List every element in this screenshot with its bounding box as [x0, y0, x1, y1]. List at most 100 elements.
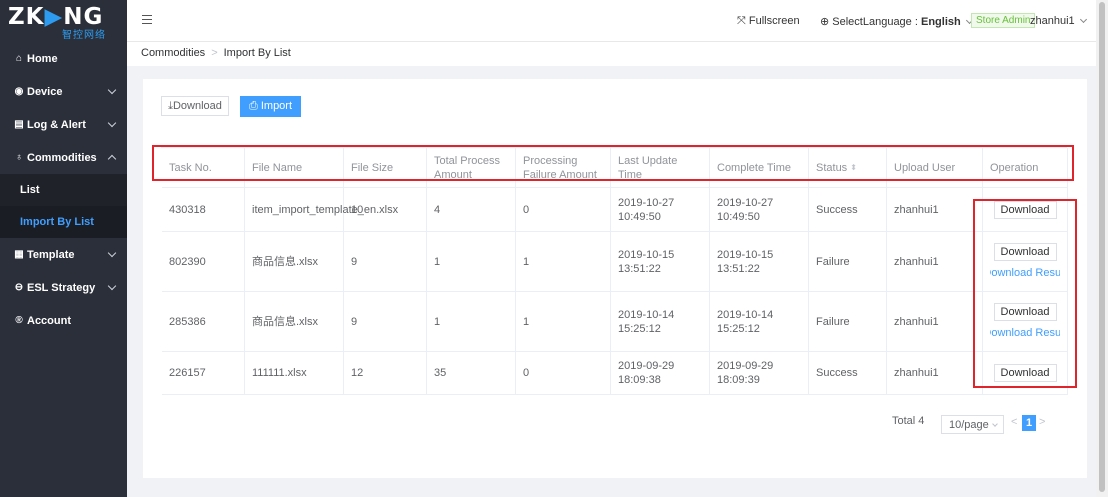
chevron-down-icon: [1079, 15, 1087, 24]
column-header-file-name: File Name: [245, 148, 344, 187]
chevron-down-icon: [107, 85, 117, 95]
cell-user: zhanhui1: [887, 232, 983, 291]
sidebar-item-account[interactable]: ® Account: [0, 304, 127, 337]
download-template-button[interactable]: ⤓Download: [161, 96, 229, 116]
sidebar-item-template[interactable]: ▦ Template: [0, 238, 127, 271]
page-size-value: 10/page: [949, 419, 989, 431]
cell-total: 35: [427, 352, 516, 394]
chevron-down-icon: [107, 281, 117, 291]
sidebar-item-esl-strategy[interactable]: ⊖ ESL Strategy: [0, 271, 127, 304]
fullscreen-label: Fullscreen: [748, 15, 800, 27]
download-file-button[interactable]: Download: [993, 243, 1057, 261]
status-header-label: Status: [816, 161, 848, 174]
menu-toggle-icon[interactable]: [142, 15, 152, 24]
download-file-button[interactable]: Download: [993, 200, 1057, 219]
cell-complete: 2019-09-29 18:09:39: [710, 352, 809, 394]
sidebar-item-label: ESL Strategy: [27, 281, 96, 294]
table-row: 285386 商品信息.xlsx 9 1 1 2019-10-14 15:25:…: [162, 292, 1068, 352]
column-header-upload-user: Upload User: [887, 148, 983, 187]
cell-status: Failure: [809, 292, 887, 351]
cell-complete: 2019-10-27 10:49:50: [710, 188, 809, 231]
brand-logo: ZK▶NG 智控网络: [8, 4, 106, 42]
cell-file-name: item_import_template_en.xlsx: [245, 188, 398, 231]
cell-total: 1: [427, 292, 516, 351]
table-row: 802390 商品信息.xlsx 9 1 1 2019-10-15 13:51:…: [162, 232, 1068, 292]
table-header-row: Task No. File Name File Size Total Proce…: [162, 148, 1068, 188]
breadcrumb-root[interactable]: Commodities: [141, 47, 205, 59]
cell-file-size: 9: [344, 232, 427, 291]
cell-failure: 1: [516, 232, 611, 291]
language-label: SelectLanguage :: [832, 16, 918, 28]
breadcrumb-current: Import By List: [223, 47, 291, 59]
cell-status: Success: [809, 352, 887, 394]
chevron-up-icon: [107, 154, 117, 164]
breadcrumb-separator-icon: >: [211, 47, 218, 59]
sort-icon[interactable]: ⬍: [850, 161, 857, 175]
import-label: Import: [260, 100, 293, 112]
sidebar-subitem-import-by-list[interactable]: Import By List: [0, 206, 127, 238]
sidebar-item-label: Log & Alert: [27, 118, 86, 131]
table-row: 226157 111111.xlsx 12 35 0 2019-09-29 18…: [162, 352, 1068, 395]
sidebar-item-commodities[interactable]: ♁ Commodities: [0, 141, 127, 174]
cell-last-update: 2019-10-14 15:25:12: [611, 292, 710, 351]
bag-icon: ♁: [15, 151, 23, 163]
download-file-button[interactable]: Download: [993, 364, 1057, 382]
sidebar-item-label: Account: [27, 314, 71, 327]
cell-file-name: 商品信息.xlsx: [245, 232, 344, 291]
import-task-table: Task No. File Name File Size Total Proce…: [161, 147, 1068, 395]
cell-failure: 0: [516, 188, 611, 231]
template-icon: ▦: [14, 248, 24, 260]
globe-icon: ⊕: [820, 16, 830, 28]
table-row: 430318 item_import_template_en.xlsx 10 4…: [162, 188, 1068, 232]
cell-last-update: 2019-10-27 10:49:50: [611, 188, 710, 231]
column-header-operation: Operation: [983, 148, 1068, 187]
cell-complete: 2019-10-15 13:51:22: [710, 232, 809, 291]
cell-status: Success: [809, 188, 887, 231]
page-number-current[interactable]: 1: [1022, 415, 1036, 431]
device-icon: ◉: [14, 85, 24, 97]
account-icon: ®: [15, 314, 23, 326]
sidebar-item-log-alert[interactable]: ▤ Log & Alert: [0, 108, 127, 141]
download-file-button[interactable]: Download: [993, 303, 1057, 321]
cell-task-no: 802390: [162, 232, 245, 291]
chevron-down-icon: [991, 421, 998, 427]
sidebar-item-label: Home: [27, 52, 58, 65]
user-menu[interactable]: zhanhui1: [1030, 15, 1087, 27]
cell-file-size: 12: [344, 352, 427, 394]
next-page-button[interactable]: >: [1039, 416, 1045, 428]
column-header-complete-time: Complete Time: [710, 148, 809, 187]
cell-complete: 2019-10-14 15:25:12: [710, 292, 809, 351]
sidebar-item-home[interactable]: ⌂ Home: [0, 42, 127, 75]
import-button[interactable]: ⎙ Import: [240, 96, 301, 117]
chevron-down-icon: [107, 248, 117, 258]
cell-status: Failure: [809, 232, 887, 291]
sidebar-subitem-list[interactable]: List: [0, 174, 127, 206]
column-header-last-update-time: Last Update Time: [611, 148, 710, 187]
column-header-status[interactable]: Status ⬍: [809, 148, 887, 187]
cell-operation: Download: [983, 352, 1068, 394]
language-selector[interactable]: ⊕ SelectLanguage : English: [820, 15, 973, 28]
cell-failure: 0: [516, 352, 611, 394]
sidebar-item-label: Device: [27, 85, 63, 98]
cell-task-no: 285386: [162, 292, 245, 351]
sidebar-item-device[interactable]: ◉ Device: [0, 75, 127, 108]
cell-operation: Download: [983, 188, 1068, 231]
breadcrumb: Commodities > Import By List: [127, 42, 1108, 66]
fullscreen-button[interactable]: ⤧ Fullscreen: [737, 15, 800, 28]
prev-page-button[interactable]: <: [1011, 416, 1017, 428]
cell-last-update: 2019-09-29 18:09:38: [611, 352, 710, 394]
role-badge: Store Admin: [971, 13, 1036, 28]
content-card: ⤓Download ⎙ Import Task No. File Name Fi…: [143, 79, 1087, 478]
page-size-select[interactable]: 10/page: [941, 415, 1004, 434]
log-icon: ▤: [14, 118, 24, 130]
page-scrollbar-thumb[interactable]: [1099, 2, 1105, 492]
cell-task-no: 226157: [162, 352, 245, 394]
top-bar: ⤧ Fullscreen ⊕ SelectLanguage : English …: [127, 0, 1108, 42]
home-icon: ⌂: [15, 52, 23, 64]
sidebar-item-label: Template: [27, 248, 75, 261]
column-header-total-process-amount: Total Process Amount: [427, 148, 516, 187]
download-result-link[interactable]: Download Result: [990, 326, 1060, 340]
cell-file-size: 10: [344, 188, 427, 231]
language-value: English: [920, 16, 961, 28]
download-result-link[interactable]: Download Result: [990, 266, 1060, 280]
